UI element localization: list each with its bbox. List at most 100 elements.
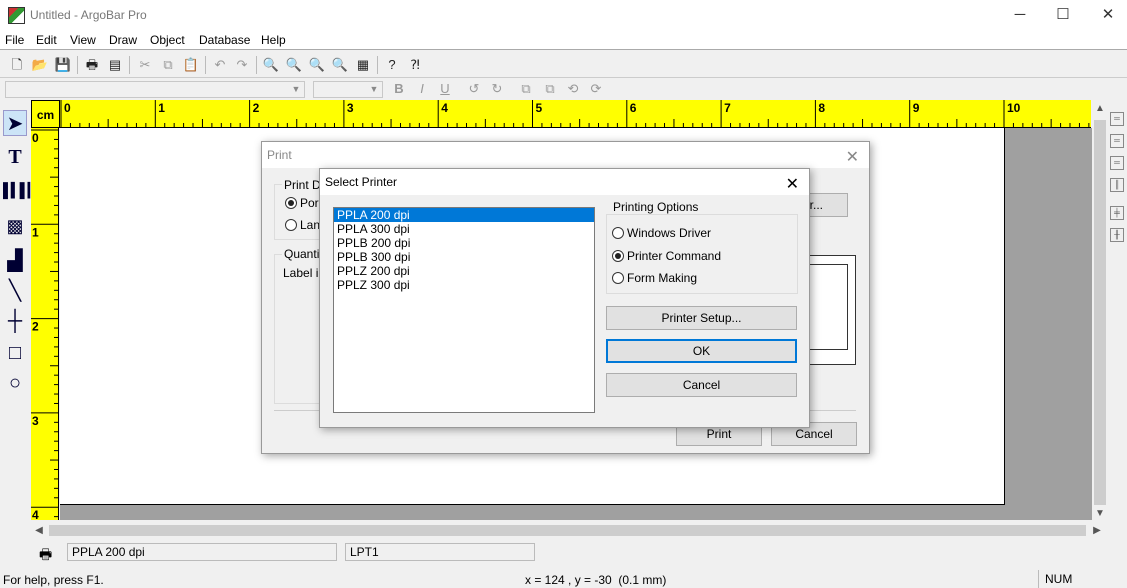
printing-options-label: Printing Options (611, 200, 701, 214)
open-folder-icon[interactable]: 📂 (30, 55, 50, 75)
windows-driver-radio[interactable]: Windows Driver (612, 226, 711, 240)
zoom-fit-icon[interactable]: 🔍 (330, 55, 350, 75)
printer-list[interactable]: PPLA 200 dpi PPLA 300 dpi PPLB 200 dpi PPLB… (333, 207, 595, 413)
rotate-left-icon[interactable]: ↺ (464, 79, 484, 99)
scroll-down-icon[interactable]: ▼ (1092, 508, 1108, 520)
send-back-icon[interactable]: ⧉ (540, 79, 560, 99)
printer-list-item[interactable]: PPLZ 200 dpi (334, 264, 594, 278)
image-tool-icon[interactable]: ▟ (3, 248, 27, 274)
printer-list-item[interactable]: PPLB 300 dpi (334, 250, 594, 264)
print-direction-label: Print D (282, 178, 323, 192)
horizontal-ruler-ticks: 0 1 2 3 4 5 6 7 8 9 10 (60, 100, 1090, 128)
printer-command-label: Printer Command (627, 249, 722, 263)
printer-name-field[interactable]: PPLA 200 dpi (67, 543, 337, 561)
printer-command-radio[interactable]: Printer Command (612, 249, 721, 263)
cut-icon[interactable]: ✂ (135, 55, 155, 75)
font-name-combo[interactable]: ▼ (5, 81, 305, 98)
2d-barcode-tool-icon[interactable]: ▩ (3, 216, 27, 242)
landscape-radio[interactable]: Lan (285, 218, 320, 232)
text-tool-icon[interactable]: T (3, 146, 27, 172)
portrait-radio[interactable]: Por (285, 196, 319, 210)
print-preview-icon[interactable]: ▤ (105, 55, 125, 75)
bring-front-icon[interactable]: ⧉ (516, 79, 536, 99)
ok-button[interactable]: OK (606, 339, 797, 363)
help-icon[interactable]: ? (382, 55, 402, 75)
windows-driver-label: Windows Driver (627, 226, 712, 240)
radio-indicator (285, 219, 297, 231)
rotate-right-icon[interactable]: ↻ (487, 79, 507, 99)
underline-icon[interactable]: U (435, 79, 455, 99)
close-icon[interactable]: ✕ (846, 145, 859, 171)
zoom-in-icon[interactable]: 🔍 (284, 55, 304, 75)
port-field[interactable]: LPT1 (345, 543, 535, 561)
close-icon[interactable]: ✕ (786, 172, 799, 198)
print-icon[interactable]: 🖶 (82, 55, 102, 75)
italic-icon[interactable]: I (412, 79, 432, 99)
scroll-left-icon[interactable]: ◀ (31, 522, 47, 539)
ruler-label: 4 (32, 508, 39, 520)
print-dialog-title-text: Print (267, 148, 292, 162)
zoom-out-icon[interactable]: 🔍 (307, 55, 327, 75)
context-help-icon[interactable]: ⁈ (405, 55, 425, 75)
ellipse-tool-icon[interactable]: ○ (3, 372, 27, 398)
printer-list-item[interactable]: PPLZ 300 dpi (334, 278, 594, 292)
bold-icon[interactable]: B (389, 79, 409, 99)
landscape-label: Lan (300, 218, 321, 232)
ruler-label: 0 (32, 131, 39, 145)
menu-file[interactable]: File (5, 33, 24, 47)
new-file-icon[interactable]: 🗋 (7, 55, 27, 75)
horizontal-scroll-thumb[interactable] (49, 525, 1086, 536)
undo-icon[interactable]: ↶ (210, 55, 230, 75)
printer-list-item[interactable]: PPLA 300 dpi (334, 222, 594, 236)
cross-line-tool-icon[interactable]: ┼ (3, 310, 27, 336)
vertical-scroll-thumb[interactable] (1094, 120, 1106, 505)
align-middle-icon[interactable]: ═ (1110, 134, 1124, 148)
rotate-object-icon[interactable]: ⟲ (563, 79, 583, 99)
menu-draw[interactable]: Draw (109, 33, 137, 47)
ruler-label: 9 (913, 101, 920, 115)
copy-icon[interactable]: ⧉ (158, 55, 178, 75)
close-button[interactable]: ✕ (1085, 0, 1127, 30)
select-arrow-icon[interactable]: ➤ (3, 110, 27, 136)
flip-object-icon[interactable]: ⟳ (586, 79, 606, 99)
align-left-icon[interactable]: ║ (1110, 178, 1124, 192)
paste-icon[interactable]: 📋 (181, 55, 201, 75)
radio-indicator (612, 250, 624, 262)
scroll-right-icon[interactable]: ▶ (1089, 522, 1105, 539)
menu-database[interactable]: Database (199, 33, 250, 47)
horizontal-scrollbar[interactable]: ◀ ▶ (31, 522, 1108, 539)
maximize-button[interactable]: ☐ (1040, 0, 1086, 30)
minimize-button[interactable]: ─ (997, 0, 1043, 30)
font-size-combo[interactable]: ▼ (313, 81, 383, 98)
printer-setup-button[interactable]: Printer Setup... (606, 306, 797, 330)
vertical-scrollbar[interactable]: ▲ ▼ (1092, 100, 1108, 520)
redo-icon[interactable]: ↷ (232, 55, 252, 75)
printer-icon[interactable]: 🖶 (39, 544, 52, 568)
scroll-up-icon[interactable]: ▲ (1092, 100, 1108, 117)
rectangle-tool-icon[interactable]: □ (3, 342, 27, 368)
cancel-button[interactable]: Cancel (606, 373, 797, 397)
menu-edit[interactable]: Edit (36, 33, 57, 47)
select-printer-title: Select Printer ✕ (320, 169, 809, 195)
grid-icon[interactable]: ▦ (353, 55, 373, 75)
menu-object[interactable]: Object (150, 33, 185, 47)
menu-bar: File Edit View Draw Object Database Help (0, 30, 1127, 50)
printer-list-item[interactable]: PPLA 200 dpi (334, 208, 594, 222)
save-icon[interactable]: 💾 (53, 55, 73, 75)
menu-view[interactable]: View (70, 33, 96, 47)
toolbar-separator (205, 56, 206, 74)
form-making-radio[interactable]: Form Making (612, 271, 697, 285)
print-dialog-title: Print ✕ (262, 142, 869, 168)
zoom-icon[interactable]: 🔍 (261, 55, 281, 75)
align-top-icon[interactable]: ═ (1110, 112, 1124, 126)
line-tool-icon[interactable]: ╲ (3, 278, 27, 304)
center-horizontal-icon[interactable]: ╪ (1110, 206, 1124, 220)
menu-help[interactable]: Help (261, 33, 286, 47)
align-bottom-icon[interactable]: ═ (1110, 156, 1124, 170)
printer-list-item[interactable]: PPLB 200 dpi (334, 236, 594, 250)
quantity-label: Quanti (282, 247, 322, 261)
ruler-label: 3 (347, 101, 354, 115)
center-vertical-icon[interactable]: ╫ (1110, 228, 1124, 242)
barcode-tool-icon[interactable]: ▌▍▌▎▌ (3, 182, 46, 208)
format-toolbar: ▼ ▼ B I U ↺ ↻ ⧉ ⧉ ⟲ ⟳ (0, 79, 1127, 100)
